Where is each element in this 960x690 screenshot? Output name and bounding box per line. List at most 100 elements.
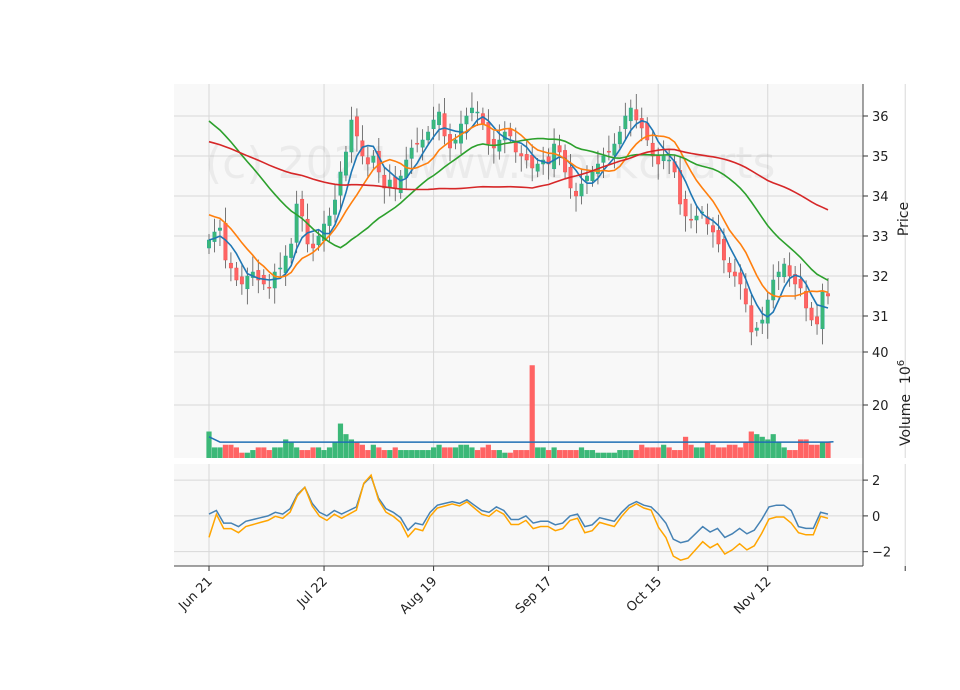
candle-body: [820, 291, 825, 330]
candle-body: [771, 279, 776, 301]
volume-bar: [211, 447, 218, 458]
volume-bar: [781, 447, 787, 458]
volume-tick-label: 20: [872, 399, 889, 414]
candle-body: [442, 113, 447, 137]
volume-bar: [600, 452, 607, 458]
volume-bar: [463, 444, 470, 458]
volume-axis-exponent: 106: [896, 360, 914, 384]
candle-body: [420, 139, 425, 148]
volume-bar: [398, 450, 404, 458]
candle-body: [289, 243, 294, 258]
candle-body: [491, 138, 496, 149]
candle-body: [743, 288, 748, 305]
candle-body: [639, 118, 644, 129]
candle-body: [311, 243, 316, 249]
candle-body: [782, 263, 787, 278]
volume-bar: [217, 447, 223, 458]
osc-tick-label: 0: [872, 510, 880, 525]
candle-body: [283, 255, 288, 274]
volume-bar: [546, 450, 552, 458]
volume-bar: [496, 450, 502, 458]
volume-bar: [721, 447, 727, 458]
candle-body: [754, 327, 759, 331]
candle-body: [727, 262, 732, 273]
oscillator-panel: [174, 464, 863, 566]
volume-bar: [639, 444, 645, 458]
volume-bar: [633, 450, 639, 458]
price-tick-label: 35: [872, 150, 889, 165]
price-tick-label: 32: [872, 270, 889, 285]
volume-bar: [825, 442, 831, 458]
candle-body: [437, 111, 442, 126]
candle-body: [732, 271, 737, 277]
candle-body: [530, 154, 535, 169]
candle-body: [519, 153, 524, 157]
price-tick-label: 34: [872, 190, 889, 205]
candle-body: [678, 170, 683, 205]
volume-bar: [611, 452, 617, 458]
volume-bar: [776, 442, 782, 458]
candlestick-chart: (c) 2024 www.stockcharts Jun 21 Jul 22 Aug…: [174, 84, 914, 617]
candle-body: [760, 319, 765, 324]
volume-bar: [732, 444, 738, 458]
candle-body: [749, 305, 754, 333]
candle-body: [409, 147, 414, 159]
volume-bar: [365, 450, 371, 458]
volume-bar: [819, 442, 826, 458]
volume-bar: [584, 450, 590, 458]
candle-body: [426, 131, 431, 141]
volume-bar: [551, 447, 557, 458]
volume-bar: [458, 444, 464, 458]
volume-bar: [540, 447, 546, 458]
candle-body: [694, 215, 699, 221]
candle-body: [606, 150, 611, 153]
candle-body: [711, 225, 715, 233]
candle-body: [579, 183, 584, 197]
volume-tick-label: 40: [872, 346, 889, 361]
candle-body: [415, 142, 420, 145]
x-tick-label: Aug 19: [397, 574, 440, 617]
volume-bar: [436, 444, 442, 458]
volume-bar: [770, 434, 776, 458]
x-tick-label: Jul 22: [294, 574, 331, 611]
volume-bar: [244, 452, 250, 458]
candle-body: [464, 115, 469, 125]
volume-bar: [699, 447, 705, 458]
candle-body: [574, 190, 578, 197]
volume-bar: [228, 444, 234, 458]
volume-bar: [376, 447, 382, 458]
candle-body: [245, 275, 250, 290]
volume-axis-title: Volume: [898, 394, 914, 446]
volume-bar: [688, 444, 694, 458]
volume-bar: [310, 447, 316, 458]
candle-body: [365, 157, 370, 165]
candle-body: [469, 107, 474, 114]
candle-body: [617, 131, 622, 145]
volume-bar: [644, 447, 650, 458]
candle-body: [524, 154, 529, 161]
volume-bar: [518, 450, 524, 458]
candle-body: [316, 235, 321, 246]
candle-body: [628, 107, 633, 122]
volume-bar: [359, 444, 365, 458]
volume-bar: [387, 450, 393, 458]
candle-body: [239, 276, 244, 285]
candle-body: [453, 139, 458, 144]
volume-bar: [589, 450, 596, 458]
volume-bar: [655, 447, 661, 458]
volume-bar: [321, 450, 327, 458]
volume-bar: [206, 431, 212, 458]
volume-bar: [529, 365, 535, 458]
volume-bar: [441, 447, 448, 458]
candle-body: [535, 163, 540, 172]
volume-bar: [480, 447, 486, 458]
volume-bar: [469, 447, 475, 458]
volume-bar: [447, 447, 453, 458]
volume-bar: [787, 450, 793, 458]
volume-bar: [682, 436, 689, 458]
candle-body: [371, 155, 376, 163]
candle-body: [612, 143, 617, 156]
candle-body: [212, 231, 217, 242]
volume-bar: [748, 431, 754, 458]
candle-body: [563, 150, 568, 173]
